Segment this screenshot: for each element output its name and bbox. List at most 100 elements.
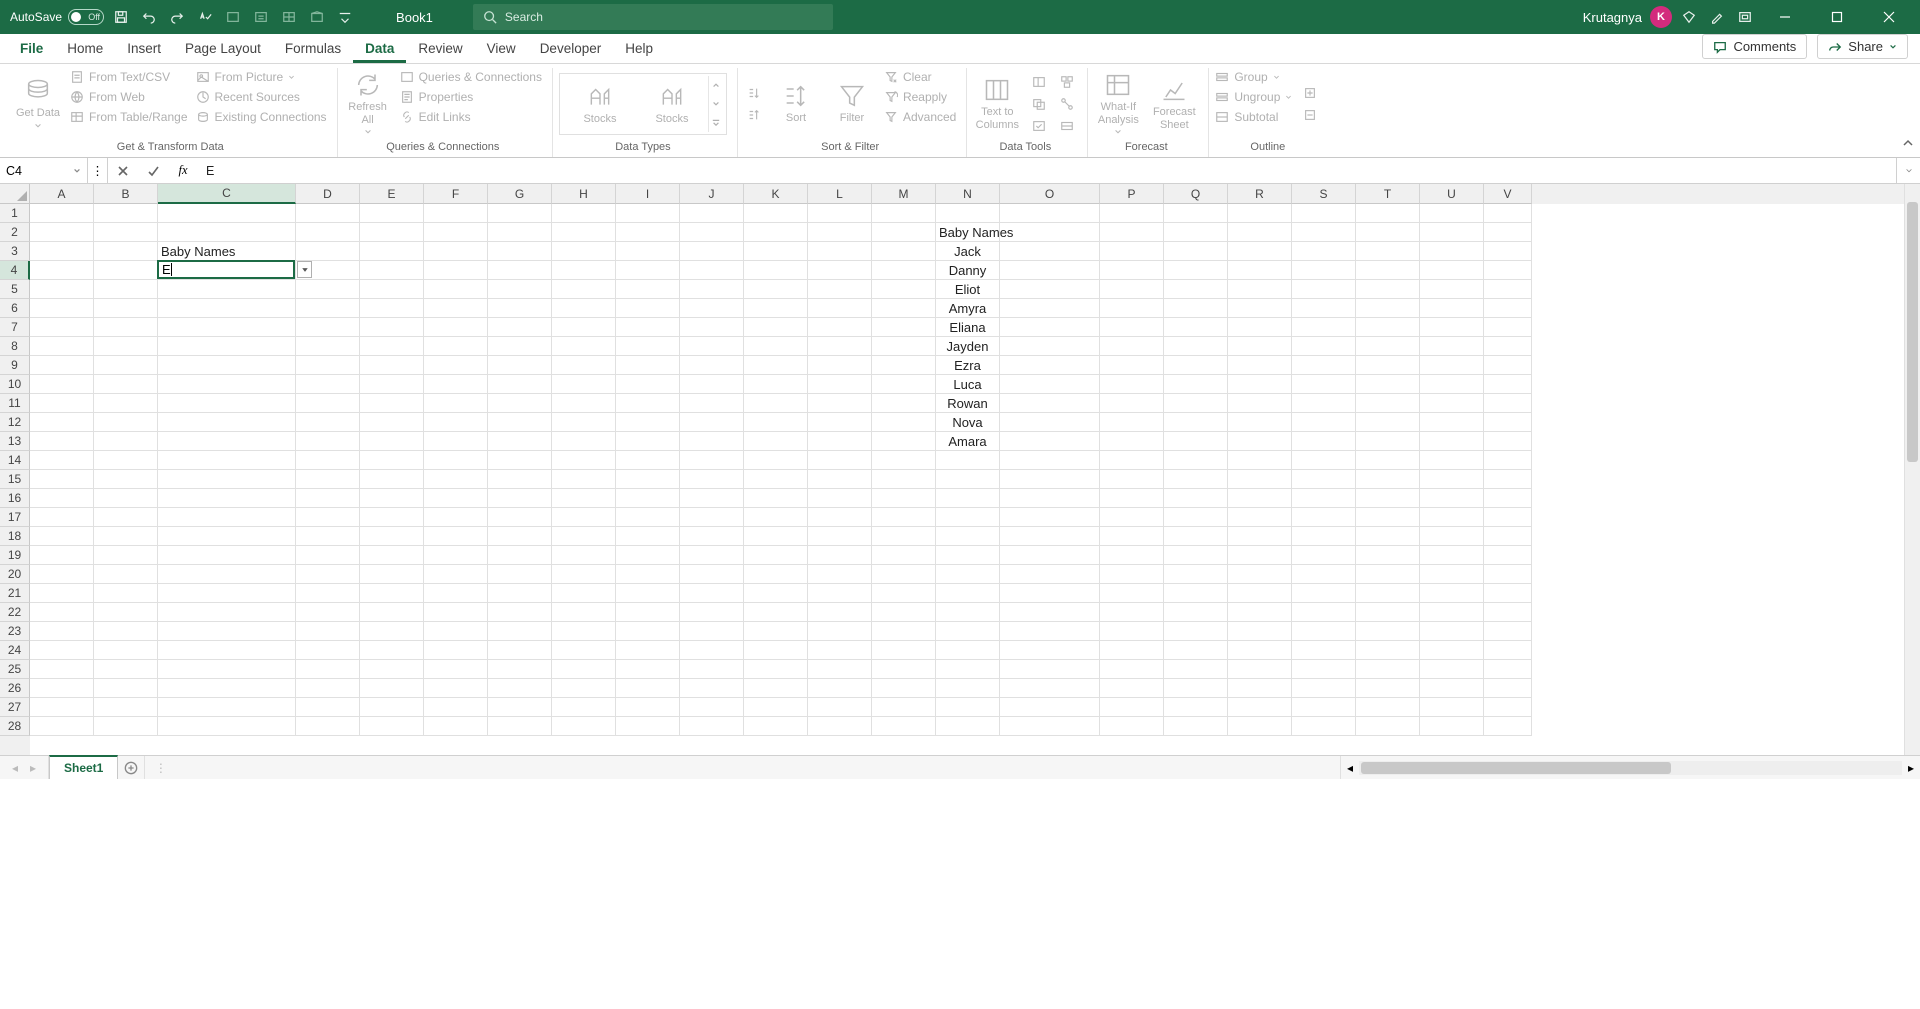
- cell-Q14[interactable]: [1164, 451, 1228, 470]
- row-header-3[interactable]: 3: [0, 242, 30, 261]
- cell-Q28[interactable]: [1164, 717, 1228, 736]
- cell-H13[interactable]: [552, 432, 616, 451]
- cell-Q3[interactable]: [1164, 242, 1228, 261]
- cell-T7[interactable]: [1356, 318, 1420, 337]
- cell-C26[interactable]: [158, 679, 296, 698]
- cell-G24[interactable]: [488, 641, 552, 660]
- cell-G27[interactable]: [488, 698, 552, 717]
- ungroup-button[interactable]: Ungroup: [1215, 89, 1292, 105]
- cell-K14[interactable]: [744, 451, 808, 470]
- vertical-scroll-thumb[interactable]: [1907, 202, 1918, 462]
- redo-icon[interactable]: [166, 6, 188, 28]
- cell-O7[interactable]: [1000, 318, 1100, 337]
- cell-T23[interactable]: [1356, 622, 1420, 641]
- cell-M5[interactable]: [872, 280, 936, 299]
- cell-B10[interactable]: [94, 375, 158, 394]
- cell-J3[interactable]: [680, 242, 744, 261]
- cells-area[interactable]: Baby NamesBaby NamesJackDannyEliotAmyraE…: [30, 204, 1904, 755]
- cell-L22[interactable]: [808, 603, 872, 622]
- cell-A19[interactable]: [30, 546, 94, 565]
- cell-H16[interactable]: [552, 489, 616, 508]
- sheet-tab[interactable]: Sheet1: [49, 755, 118, 779]
- cell-P1[interactable]: [1100, 204, 1164, 223]
- cell-N7[interactable]: Eliana: [936, 318, 1000, 337]
- cell-I16[interactable]: [616, 489, 680, 508]
- cell-F19[interactable]: [424, 546, 488, 565]
- cell-S27[interactable]: [1292, 698, 1356, 717]
- cell-V3[interactable]: [1484, 242, 1532, 261]
- qat-icon-1[interactable]: [222, 6, 244, 28]
- cell-N23[interactable]: [936, 622, 1000, 641]
- cell-R5[interactable]: [1228, 280, 1292, 299]
- cell-Q11[interactable]: [1164, 394, 1228, 413]
- cell-N17[interactable]: [936, 508, 1000, 527]
- cell-S4[interactable]: [1292, 261, 1356, 280]
- cell-V22[interactable]: [1484, 603, 1532, 622]
- cell-C24[interactable]: [158, 641, 296, 660]
- cell-I20[interactable]: [616, 565, 680, 584]
- cell-J10[interactable]: [680, 375, 744, 394]
- cell-D28[interactable]: [296, 717, 360, 736]
- cell-N5[interactable]: Eliot: [936, 280, 1000, 299]
- cell-B7[interactable]: [94, 318, 158, 337]
- cell-F16[interactable]: [424, 489, 488, 508]
- cell-A26[interactable]: [30, 679, 94, 698]
- cell-H24[interactable]: [552, 641, 616, 660]
- cell-C28[interactable]: [158, 717, 296, 736]
- from-web-button[interactable]: From Web: [70, 89, 188, 105]
- cell-V25[interactable]: [1484, 660, 1532, 679]
- cell-S9[interactable]: [1292, 356, 1356, 375]
- cell-B18[interactable]: [94, 527, 158, 546]
- cell-U13[interactable]: [1420, 432, 1484, 451]
- cell-H21[interactable]: [552, 584, 616, 603]
- cell-O19[interactable]: [1000, 546, 1100, 565]
- cell-H1[interactable]: [552, 204, 616, 223]
- minimize-button[interactable]: [1762, 0, 1808, 34]
- cell-V8[interactable]: [1484, 337, 1532, 356]
- cell-R2[interactable]: [1228, 223, 1292, 242]
- cell-T22[interactable]: [1356, 603, 1420, 622]
- cell-T25[interactable]: [1356, 660, 1420, 679]
- cell-Q19[interactable]: [1164, 546, 1228, 565]
- cell-E25[interactable]: [360, 660, 424, 679]
- cell-I5[interactable]: [616, 280, 680, 299]
- row-header-16[interactable]: 16: [0, 489, 30, 508]
- cell-P14[interactable]: [1100, 451, 1164, 470]
- sort-asc-icon[interactable]: [744, 84, 764, 102]
- cell-C11[interactable]: [158, 394, 296, 413]
- cell-U9[interactable]: [1420, 356, 1484, 375]
- cell-L15[interactable]: [808, 470, 872, 489]
- cell-U14[interactable]: [1420, 451, 1484, 470]
- cell-K27[interactable]: [744, 698, 808, 717]
- cell-M23[interactable]: [872, 622, 936, 641]
- cell-T21[interactable]: [1356, 584, 1420, 603]
- cell-B8[interactable]: [94, 337, 158, 356]
- cell-C9[interactable]: [158, 356, 296, 375]
- cell-B23[interactable]: [94, 622, 158, 641]
- from-table-button[interactable]: From Table/Range: [70, 109, 188, 125]
- cell-O27[interactable]: [1000, 698, 1100, 717]
- cell-Q22[interactable]: [1164, 603, 1228, 622]
- cell-L21[interactable]: [808, 584, 872, 603]
- cell-L8[interactable]: [808, 337, 872, 356]
- cell-B16[interactable]: [94, 489, 158, 508]
- cell-I2[interactable]: [616, 223, 680, 242]
- cell-U15[interactable]: [1420, 470, 1484, 489]
- cell-L16[interactable]: [808, 489, 872, 508]
- cell-R20[interactable]: [1228, 565, 1292, 584]
- cell-C16[interactable]: [158, 489, 296, 508]
- cell-A24[interactable]: [30, 641, 94, 660]
- cell-D24[interactable]: [296, 641, 360, 660]
- cell-O12[interactable]: [1000, 413, 1100, 432]
- ribbon-tab-help[interactable]: Help: [613, 35, 665, 63]
- cell-B19[interactable]: [94, 546, 158, 565]
- cell-U11[interactable]: [1420, 394, 1484, 413]
- cell-S28[interactable]: [1292, 717, 1356, 736]
- cell-O4[interactable]: [1000, 261, 1100, 280]
- cell-K12[interactable]: [744, 413, 808, 432]
- cell-H20[interactable]: [552, 565, 616, 584]
- cell-I3[interactable]: [616, 242, 680, 261]
- cell-T8[interactable]: [1356, 337, 1420, 356]
- cell-F24[interactable]: [424, 641, 488, 660]
- cell-B27[interactable]: [94, 698, 158, 717]
